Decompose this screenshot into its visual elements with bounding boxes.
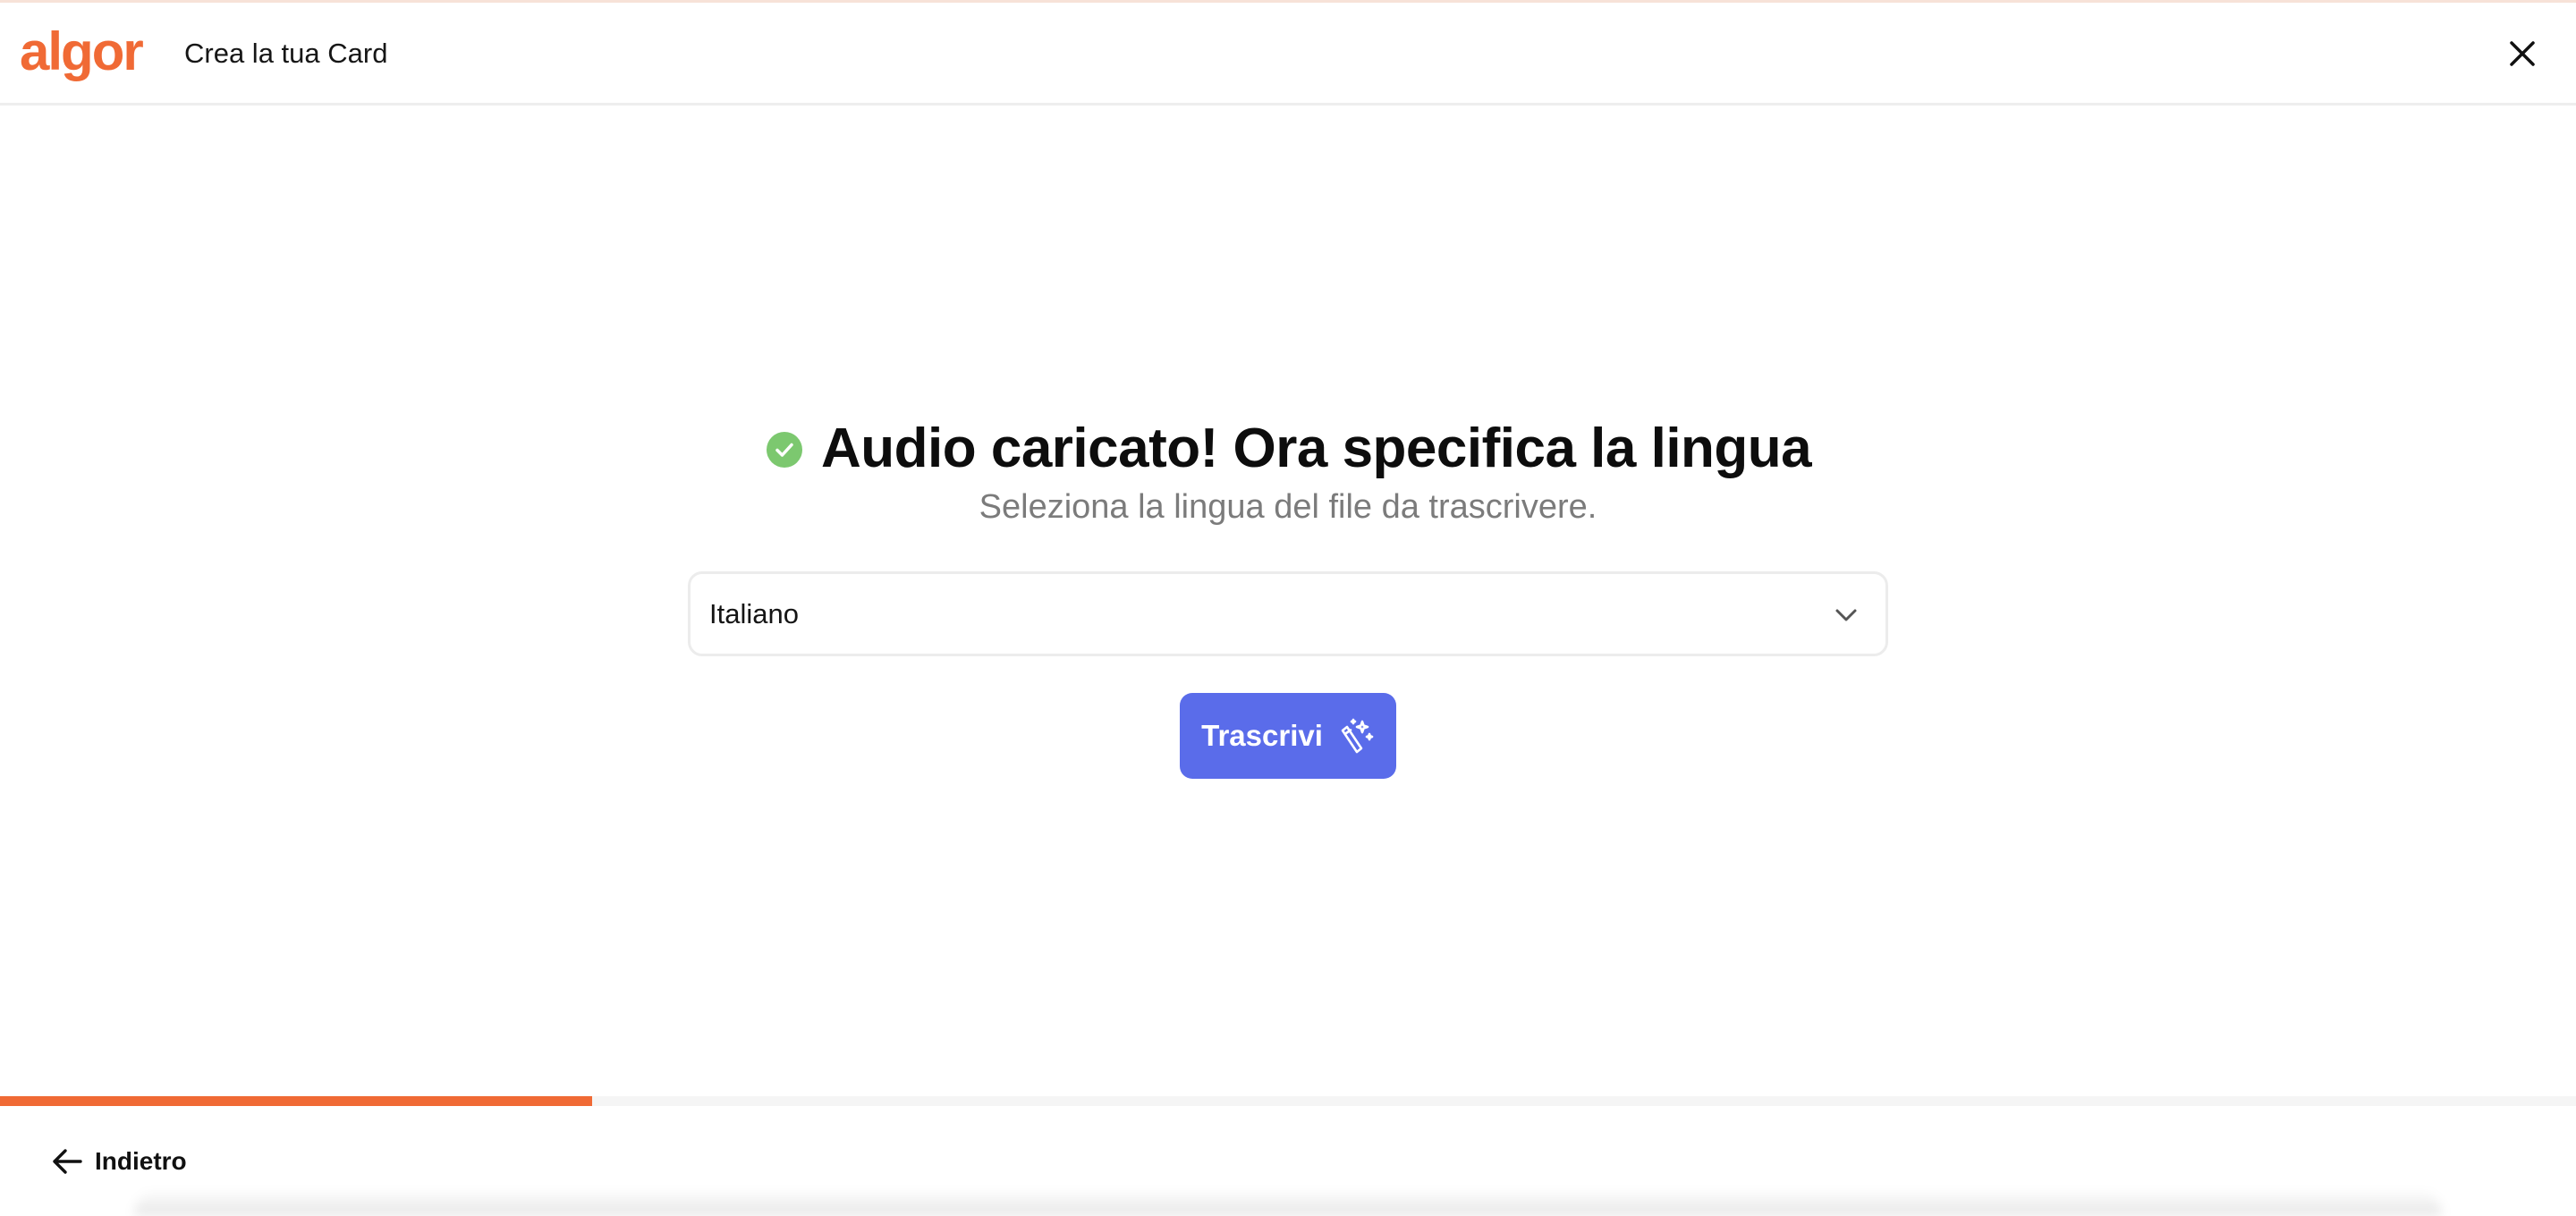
- transcribe-button-label: Trascrivi: [1201, 719, 1323, 752]
- close-button[interactable]: [2501, 32, 2544, 75]
- algor-logo[interactable]: algor: [20, 16, 144, 88]
- header-bar: algor Crea la tua Card: [0, 0, 2576, 106]
- language-select[interactable]: Italiano: [688, 571, 1888, 656]
- back-button-label: Indietro: [95, 1147, 187, 1175]
- bottom-shadow: [134, 1189, 2442, 1216]
- back-button[interactable]: Indietro: [48, 1141, 187, 1182]
- main-heading: Audio caricato! Ora specifica la lingua: [821, 418, 1812, 479]
- close-icon: [2510, 41, 2535, 66]
- arrow-left-icon: [53, 1149, 82, 1174]
- magic-wand-icon: [1341, 718, 1374, 754]
- progress-bar: [0, 1096, 2576, 1106]
- check-circle-icon: [767, 432, 802, 468]
- language-select-value: Italiano: [709, 598, 799, 629]
- transcribe-button[interactable]: Trascrivi: [1180, 693, 1396, 779]
- page-title: Crea la tua Card: [184, 38, 388, 69]
- subtitle: Seleziona la lingua del file da trascriv…: [979, 488, 1597, 526]
- progress-bar-fill: [0, 1096, 593, 1106]
- chevron-down-icon: [1835, 609, 1857, 621]
- heading-row: Audio caricato! Ora specifica la lingua: [766, 413, 1812, 485]
